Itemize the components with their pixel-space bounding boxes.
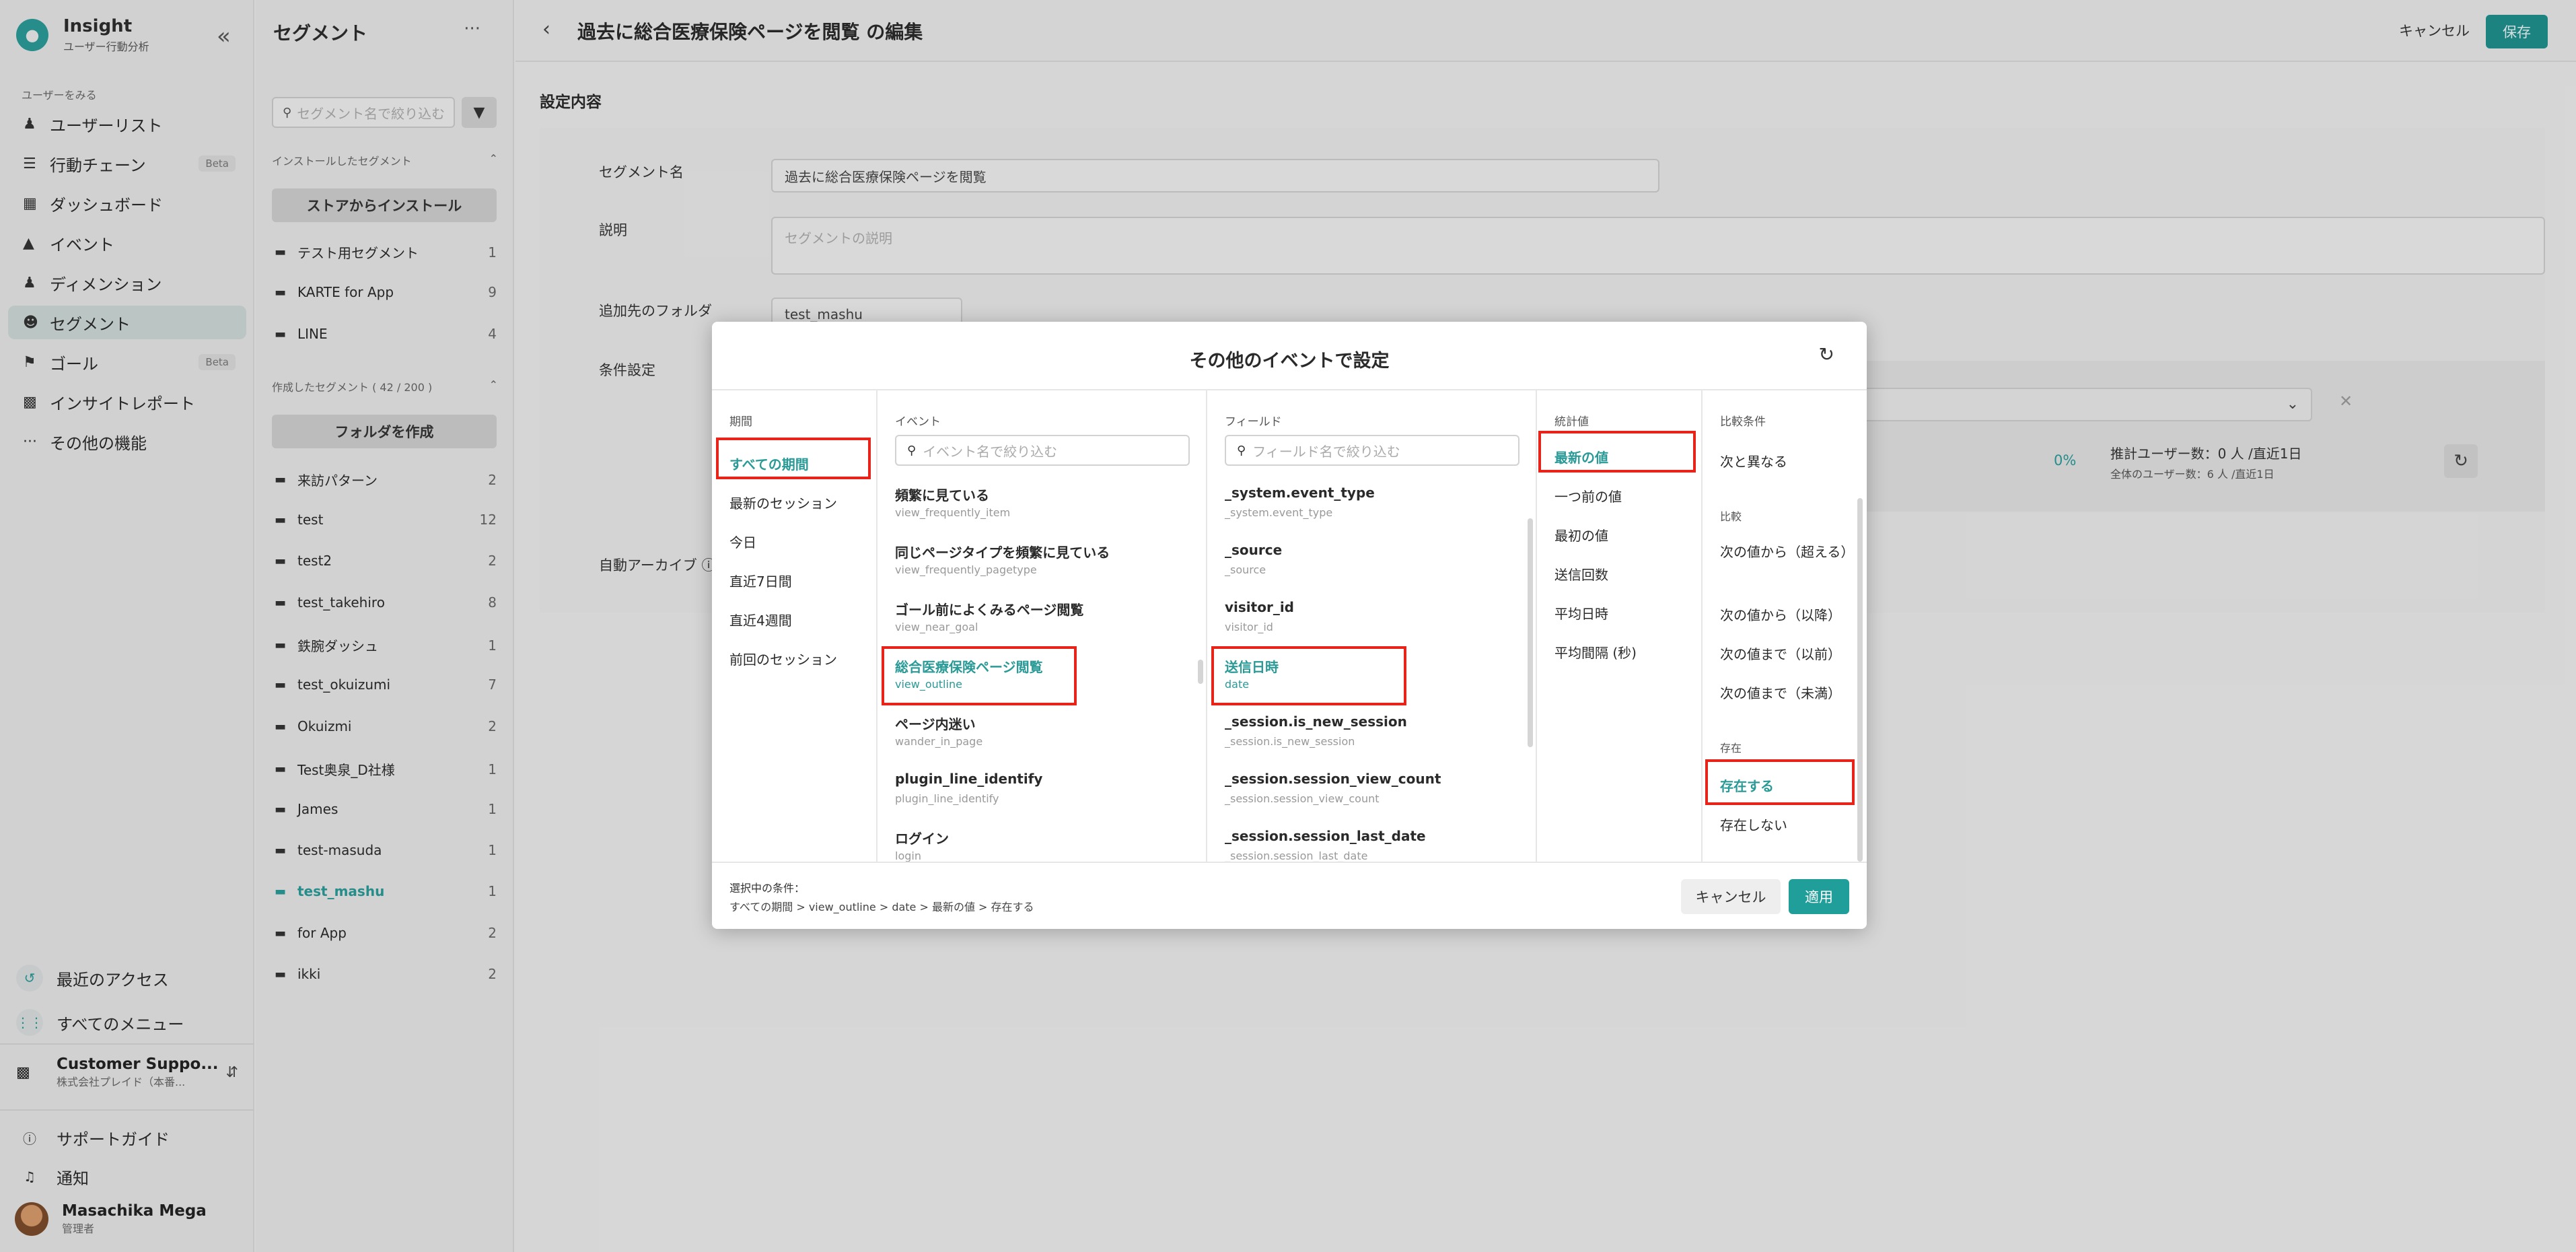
- field-item-sub: _session.is_new_session: [1225, 735, 1355, 748]
- field-header: フィールド: [1225, 415, 1282, 429]
- field-search-placeholder: フィールド名で絞り込む: [1252, 443, 1400, 460]
- compare-group-label: 比較: [1720, 510, 1742, 523]
- event-condition-modal: その他のイベントで設定 ↻ 期間 すべての期間 最新のセッション 今日 直近7日…: [712, 322, 1867, 929]
- compare-header: 比較条件: [1720, 415, 1766, 429]
- event-item-sub: view_frequently_pagetype: [895, 563, 1037, 576]
- field-item-title[interactable]: visitor_id: [1225, 599, 1294, 615]
- scrollbar[interactable]: [1198, 660, 1203, 684]
- apply-button[interactable]: 適用: [1789, 879, 1849, 914]
- event-search-placeholder: イベント名で絞り込む: [923, 443, 1058, 460]
- event-column: イベント ⚲ イベント名で絞り込む 頻繁に見ている view_frequentl…: [878, 390, 1207, 862]
- divider: [712, 862, 1867, 863]
- field-item-sub: _system.event_type: [1225, 506, 1333, 519]
- highlight-box: [882, 646, 1077, 705]
- field-item-sub: _session.session_view_count: [1225, 792, 1380, 805]
- event-item-title[interactable]: 同じページタイプを頻繁に見ている: [895, 542, 1110, 561]
- period-header: 期間: [729, 415, 752, 429]
- period-option[interactable]: 前回のセッション: [729, 649, 837, 668]
- event-item-sub: wander_in_page: [895, 735, 983, 748]
- search-icon: ⚲: [907, 443, 917, 458]
- period-option[interactable]: 最新のセッション: [729, 493, 837, 512]
- stat-option[interactable]: 平均日時: [1554, 603, 1608, 623]
- event-item-title[interactable]: ページ内迷い: [895, 714, 976, 733]
- period-column: 期間 すべての期間 最新のセッション 今日 直近7日間 直近4週間 前回のセッシ…: [712, 390, 878, 862]
- exist-group-label: 存在: [1720, 742, 1742, 755]
- stat-column: 統計値 最新の値 一つ前の値 最初の値 送信回数 平均日時 平均間隔 (秒): [1537, 390, 1703, 862]
- field-item-title[interactable]: _source: [1225, 542, 1282, 558]
- field-item-title[interactable]: _system.event_type: [1225, 485, 1375, 501]
- field-item-sub: _source: [1225, 563, 1266, 576]
- scrollbar[interactable]: [1528, 518, 1533, 747]
- compare-option[interactable]: 次の値まで（未満）: [1720, 683, 1841, 702]
- modal-title: その他のイベントで設定: [1189, 351, 1390, 372]
- stat-option[interactable]: 最初の値: [1554, 525, 1608, 545]
- event-item-sub: login: [895, 849, 921, 862]
- exist-option[interactable]: 存在しない: [1720, 814, 1787, 834]
- refresh-icon[interactable]: ↻: [1819, 343, 1834, 366]
- stat-header: 統計値: [1554, 415, 1589, 429]
- event-item-sub: plugin_line_identify: [895, 792, 999, 805]
- event-item-title[interactable]: ログイン: [895, 828, 949, 847]
- field-item-sub: visitor_id: [1225, 621, 1273, 633]
- highlight-box: [716, 438, 871, 479]
- search-icon: ⚲: [1237, 443, 1246, 458]
- field-item-title[interactable]: _session.session_view_count: [1225, 771, 1441, 787]
- selected-condition-path: すべての期間 > view_outline > date > 最新の値 > 存在…: [729, 901, 1034, 913]
- stat-option[interactable]: 送信回数: [1554, 564, 1608, 584]
- stat-option[interactable]: 平均間隔 (秒): [1554, 642, 1637, 662]
- field-item-title[interactable]: _session.is_new_session: [1225, 714, 1407, 730]
- period-option[interactable]: 直近4週間: [729, 610, 792, 629]
- scrollbar[interactable]: [1857, 498, 1863, 862]
- stat-option[interactable]: 一つ前の値: [1554, 486, 1622, 506]
- event-search-input[interactable]: ⚲ イベント名で絞り込む: [895, 435, 1190, 466]
- field-column: フィールド ⚲ フィールド名で絞り込む _system.event_type _…: [1207, 390, 1537, 862]
- field-search-input[interactable]: ⚲ フィールド名で絞り込む: [1225, 435, 1519, 466]
- field-item-sub: _session.session_last_date: [1225, 849, 1368, 862]
- event-header: イベント: [895, 415, 941, 429]
- modal-cancel-button[interactable]: キャンセル: [1681, 879, 1781, 914]
- field-item-title[interactable]: _session.session_last_date: [1225, 828, 1426, 844]
- compare-option[interactable]: 次と異なる: [1720, 451, 1787, 471]
- selected-condition-label: 選択中の条件：: [729, 882, 806, 895]
- highlight-box: [1538, 431, 1696, 473]
- event-item-title[interactable]: ゴール前によくみるページ閲覧: [895, 599, 1083, 619]
- event-item-sub: view_frequently_item: [895, 506, 1011, 519]
- compare-option[interactable]: 次の値から（超える）: [1720, 541, 1854, 563]
- highlight-box: [1705, 759, 1855, 805]
- period-option[interactable]: 今日: [729, 532, 756, 551]
- highlight-box: [1211, 646, 1406, 705]
- compare-column: 比較条件 次と異なる 比較 次の値から（超える） 次の値から（以降） 次の値まで…: [1703, 390, 1867, 862]
- event-item-sub: view_near_goal: [895, 621, 978, 633]
- compare-option[interactable]: 次の値から（以降）: [1720, 604, 1841, 624]
- compare-option[interactable]: 次の値まで（以前）: [1720, 644, 1841, 663]
- event-item-title[interactable]: plugin_line_identify: [895, 771, 1042, 787]
- period-option[interactable]: 直近7日間: [729, 571, 792, 590]
- event-item-title[interactable]: 頻繁に見ている: [895, 485, 989, 504]
